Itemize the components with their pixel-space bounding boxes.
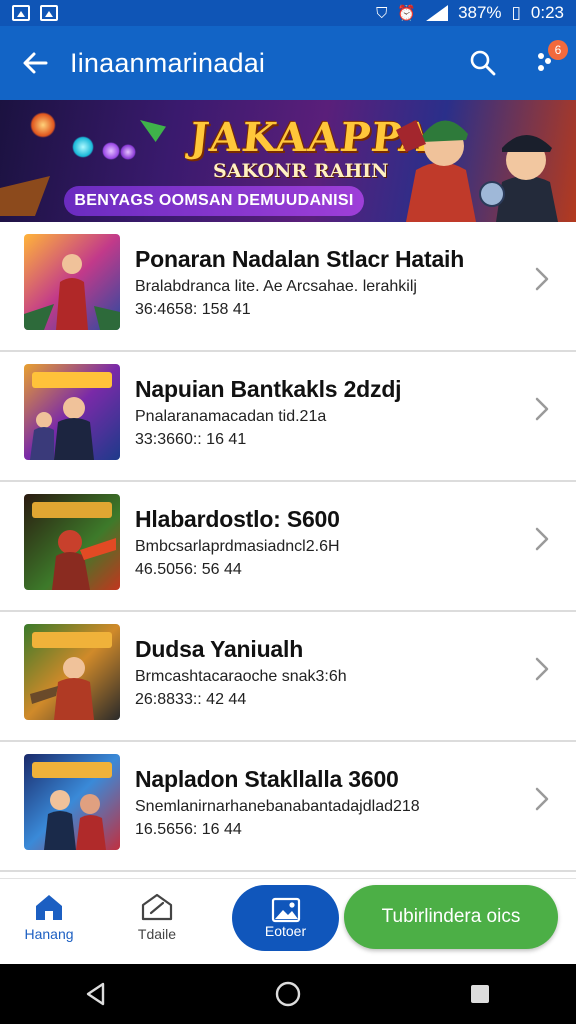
item-title: Napladon Stakllalla 3600 (135, 766, 399, 792)
item-meta: 46.5056: 56 44 (135, 561, 242, 578)
nav-update[interactable]: Tdaile (120, 891, 194, 942)
item-title: Hlabardostlo: S600 (135, 506, 340, 532)
item-meta: 16.5656: 16 44 (135, 821, 242, 838)
chevron-right-icon (535, 267, 549, 291)
arrow-left-icon (23, 52, 48, 74)
more-menu-button[interactable]: 6 (514, 26, 576, 100)
game-thumbnail (24, 494, 120, 590)
list-item[interactable]: Hlabardostlo: S600 Bmbcsarlaprdmasiadncl… (0, 482, 576, 612)
nav-home-label: Hanang (24, 926, 74, 942)
alarm-icon: ⏰ (397, 5, 417, 22)
triangle-back-icon (86, 982, 105, 1006)
page-title: Iinaanmarinadai (70, 47, 266, 78)
system-back-button[interactable] (66, 964, 126, 1024)
item-subtitle: Brmcashtacaraoche snak3:6h (135, 668, 347, 685)
green-action-button[interactable]: Tubirlindera oics (344, 885, 558, 949)
nav-home[interactable]: Hanang (12, 891, 86, 942)
chevron-right-icon (535, 397, 549, 421)
item-title: Dudsa Yaniualh (135, 636, 304, 662)
game-list: Ponaran Nadalan Stlacr Hataih Bralabdran… (0, 222, 576, 892)
system-recents-button[interactable] (450, 964, 510, 1024)
list-item[interactable]: Ponaran Nadalan Stlacr Hataih Bralabdran… (0, 222, 576, 352)
nav-update-label: Tdaile (137, 926, 177, 942)
clock: 0:23 (530, 3, 564, 22)
item-title: Ponaran Nadalan Stlacr Hataih (135, 246, 465, 272)
game-thumbnail (24, 234, 120, 330)
item-meta: 33:3660:: 16 41 (135, 431, 247, 448)
list-item[interactable]: Dudsa Yaniualh Brmcashtacaraoche snak3:6… (0, 612, 576, 742)
system-nav-bar (0, 964, 576, 1024)
game-thumbnail (24, 754, 120, 850)
back-button[interactable] (0, 26, 70, 100)
shield-icon: ⛉ (376, 4, 388, 22)
chevron-right-icon (535, 527, 549, 551)
item-subtitle: Bmbcsarlaprdmasiadncl2.6H (135, 538, 340, 555)
update-icon (141, 893, 173, 921)
image-icon (271, 897, 300, 923)
banner-strip: BENYAGS OOMSAN DEMUUDANISI (64, 186, 364, 216)
circle-home-icon (275, 981, 301, 1007)
notification-badge: 6 (548, 40, 568, 60)
item-subtitle: Pnalaranamacadan tid.21a (135, 408, 327, 425)
chevron-right-icon (535, 657, 549, 681)
home-icon (36, 895, 62, 920)
promo-banner[interactable]: JAKAAPPA SAKONR RAHIN BENYAGS OOMSAN DEM… (0, 100, 576, 222)
game-thumbnail (24, 624, 120, 720)
notification-image-icon (12, 5, 30, 21)
status-bar: ⛉ ⏰ 387% ▯ 0:23 (0, 0, 576, 26)
battery-icon: ▯ (511, 3, 521, 22)
battery-percent: 387% (458, 3, 502, 22)
primary-action-button[interactable]: Eotoer (232, 885, 339, 951)
item-title: Napuian Bantkakls 2dzdj (135, 376, 402, 402)
item-meta: 26:8833:: 42 44 (135, 691, 247, 708)
banner-subtitle: SAKONR RAHIN (213, 160, 389, 182)
item-meta: 36:4658: 158 41 (135, 301, 251, 318)
list-item[interactable]: Napuian Bantkakls 2dzdj Pnalaranamacadan… (0, 352, 576, 482)
hero-characters-image (396, 120, 558, 222)
chevron-right-icon (535, 787, 549, 811)
app-bar: Iinaanmarinadai 6 (0, 26, 576, 100)
search-button[interactable] (452, 26, 514, 100)
game-thumbnail (24, 364, 120, 460)
system-home-button[interactable] (258, 964, 318, 1024)
primary-action-label: Eotoer (264, 923, 307, 939)
signal-icon (426, 5, 449, 21)
search-icon (470, 50, 496, 76)
notification-image-icon (40, 5, 58, 21)
square-recents-icon (471, 985, 489, 1003)
item-subtitle: Bralabdranca lite. Ae Arcsahae. lerahkil… (135, 278, 417, 295)
item-subtitle: Snemlanirnarhanebanabantadajdlad218 (135, 798, 420, 815)
list-item[interactable]: Napladon Stakllalla 3600 Snemlanirnarhan… (0, 742, 576, 872)
bottom-nav: Hanang Tdaile Eotoer Tubirlindera oics (0, 878, 576, 964)
